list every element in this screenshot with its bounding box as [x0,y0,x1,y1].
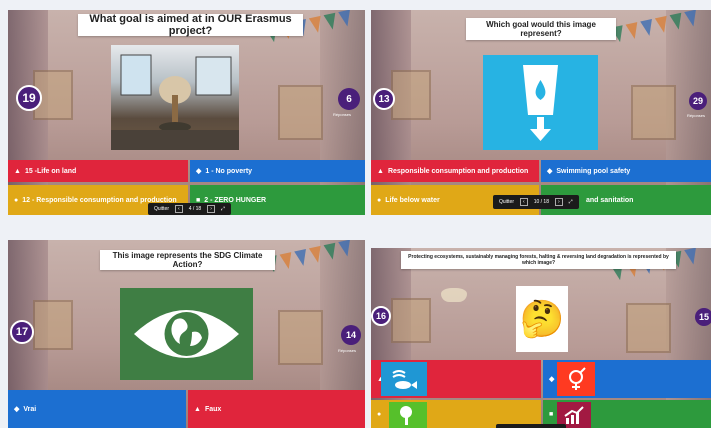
thinking-face-icon: 🤔 [519,298,565,339]
question-image-sdg6 [483,55,598,150]
triangle-icon: ▲ [377,167,384,175]
prev-icon[interactable]: ‹ [520,198,528,206]
timer-badge: 13 [373,88,395,110]
page-indicator: 4 / 18 [188,206,202,212]
pinboard [278,85,323,140]
question-text: Protecting ecosystems, sustainably manag… [401,251,676,269]
diamond-icon: ◆ [547,168,553,175]
answers-count-badge: 6 [338,88,360,110]
presentation-toolbar [496,424,566,428]
circle-icon: ● [377,196,382,204]
sdg15-tile [389,402,427,428]
eye-earth-icon [134,310,239,358]
triangle-icon: ▲ [14,167,21,175]
answer-option-1[interactable]: ▲ Responsible consumption and production [371,160,539,182]
presentation-toolbar: Quitter ‹ 10 / 18 › ⤢ [493,195,579,209]
answers-count-badge: 15 [695,308,711,326]
answers-count: 15 [698,312,709,322]
expand-icon[interactable]: ⤢ [569,199,573,205]
prev-icon[interactable]: ‹ [175,205,183,213]
sdg5-tile [557,362,595,396]
quiz-panel-3: This image represents the SDG Climate Ac… [8,240,365,428]
diamond-icon: ◆ [549,376,555,383]
page-indicator: 10 / 18 [533,199,549,205]
building-photo-icon [111,54,239,150]
pinboard [391,298,431,343]
expand-icon[interactable]: ⤢ [221,206,225,212]
next-icon[interactable]: › [554,198,563,206]
pinboard [391,70,431,120]
timer-badge: 16 [371,306,391,326]
question-image-sdg13 [120,288,253,380]
answers-count: 29 [692,96,703,106]
question-text: What goal is aimed at in OUR Erasmus pro… [78,13,303,37]
lamp-decoration [441,288,467,302]
next-icon[interactable]: › [207,205,215,213]
quiz-panel-4: Protecting ecosystems, sustainably manag… [371,248,711,428]
quiz-panel-1: What goal is aimed at in OUR Erasmus pro… [8,10,365,215]
quit-button[interactable]: Quitter [154,206,169,212]
water-glass-icon [523,65,558,141]
question-text: Which goal would this image represent? [466,18,616,40]
answer-option-1[interactable]: ▲ 15 -Life on land [8,160,188,182]
question-image-building [111,45,239,150]
quiz-panel-2: Which goal would this image represent? 1… [371,10,711,215]
triangle-icon: ▲ [194,405,201,413]
answers-count: 6 [346,93,352,105]
answers-count-badge: 14 [341,325,361,345]
answer-option-2[interactable]: ▲ Faux [188,390,365,428]
question-image-thinking: 🤔 [516,286,568,352]
pinboard [278,310,323,365]
answers-label: Réponses [338,348,357,353]
answer-option-1[interactable]: ◆ Vrai [8,390,186,428]
question-text: This image represents the SDG Climate Ac… [100,250,275,270]
pinboard [626,303,671,353]
tree-icon [400,406,412,425]
presentation-toolbar: Quitter ‹ 4 / 18 › ⤢ [148,203,231,215]
pinboard [33,300,73,350]
quit-button[interactable]: Quitter [499,199,514,205]
answers-count-badge: 29 [689,92,707,110]
pinboard [631,85,676,140]
circle-icon: ● [14,196,19,204]
answer-option-2[interactable]: ◆ Swimming pool safety [541,160,711,182]
diamond-icon: ◆ [196,168,202,175]
answers-label: Réponses [687,113,706,118]
answers-count: 14 [345,330,356,340]
growth-chart-icon [564,406,584,424]
square-icon: ■ [549,410,554,418]
gender-equality-icon [569,367,586,390]
answer-option-2[interactable]: ◆ 1 - No poverty [190,160,365,182]
circle-icon: ● [377,410,382,418]
sdg14-tile [381,362,427,396]
timer-badge: 17 [10,320,34,344]
diamond-icon: ◆ [14,406,20,413]
quiz-grid: What goal is aimed at in OUR Erasmus pro… [0,0,711,428]
fish-icon [392,370,417,389]
answers-label: Réponses [333,112,352,117]
timer-badge: 19 [16,85,42,111]
